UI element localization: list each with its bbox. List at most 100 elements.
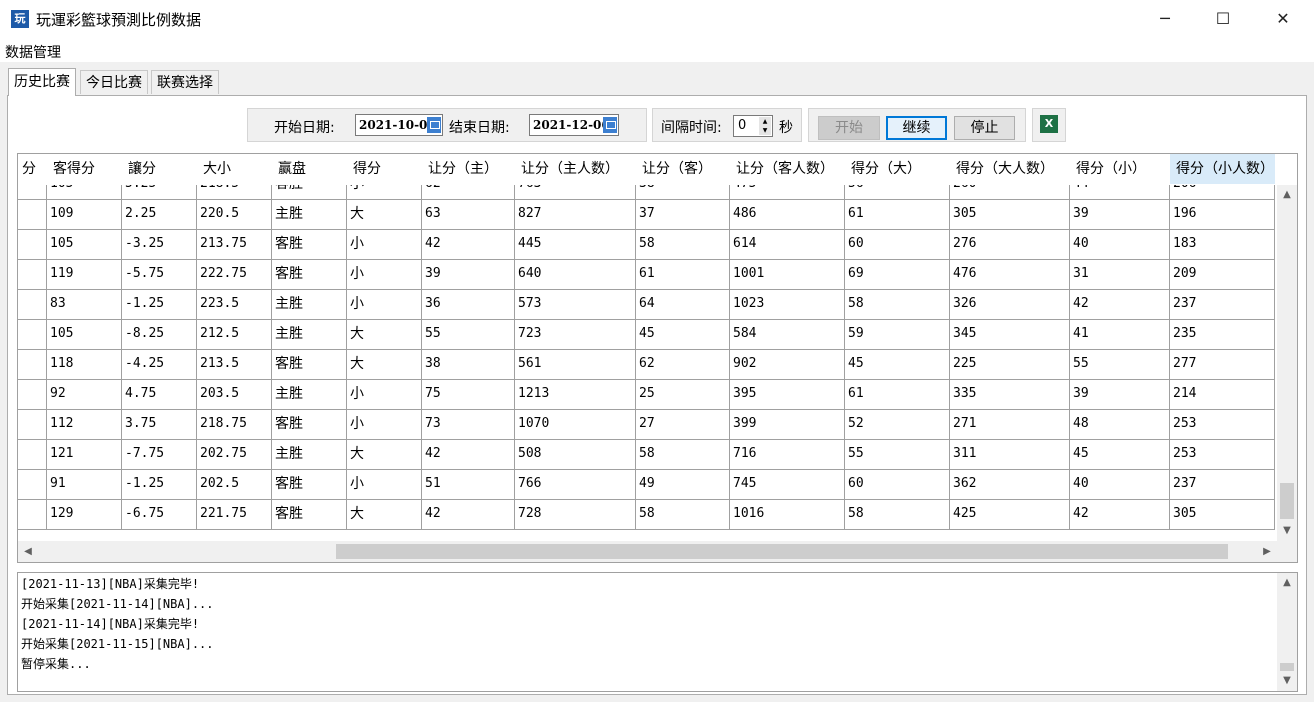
menu-bar: 数据管理 (0, 38, 1314, 62)
minimize-button[interactable]: ─ (1136, 0, 1194, 38)
table-cell: 75 (422, 380, 515, 410)
log-line: [2021-11-14][NBA]采集完毕! (21, 617, 200, 631)
table-cell: 55 (1070, 350, 1170, 380)
table-cell: 25 (636, 380, 730, 410)
interval-unit: 秒 (779, 120, 793, 136)
column-header[interactable]: 讓分 (122, 154, 197, 185)
calendar-icon[interactable] (603, 117, 617, 133)
table-cell: 1023 (730, 290, 845, 320)
table-cell: 42 (422, 230, 515, 260)
scroll-down-icon[interactable]: ▼ (1277, 521, 1297, 541)
close-button[interactable]: ✕ (1254, 0, 1312, 38)
column-header[interactable]: 让分（主人数） (515, 154, 636, 185)
table-cell: 客胜 (272, 410, 347, 440)
end-date-picker[interactable]: 2021-12-06 (529, 114, 619, 136)
table-cell: 42 (422, 440, 515, 470)
table-cell: -8.25 (122, 320, 197, 350)
column-header[interactable]: 得分（大） (845, 154, 950, 185)
table-cell: 37 (636, 200, 730, 230)
column-header[interactable]: 得分（大人数） (950, 154, 1070, 185)
scroll-down-icon[interactable]: ▼ (1277, 671, 1297, 691)
scroll-left-icon[interactable]: ◀ (18, 541, 38, 562)
column-header[interactable]: 得分（小） (1070, 154, 1170, 185)
table-cell: 小 (347, 230, 422, 260)
end-date-label: 结束日期: (449, 120, 510, 136)
calendar-icon[interactable] (427, 117, 441, 133)
column-header[interactable]: 让分（主） (422, 154, 515, 185)
table-cell: 60 (845, 470, 950, 500)
table-cell (18, 380, 47, 410)
column-header[interactable]: 客得分 (47, 154, 122, 185)
table-cell: 大 (347, 320, 422, 350)
scroll-thumb[interactable] (1280, 483, 1294, 519)
column-header[interactable]: 让分（客） (636, 154, 730, 185)
table-cell: 766 (515, 470, 636, 500)
log-lines: [2021-11-13][NBA]采集完毕! 开始采集[2021-11-14][N… (21, 574, 214, 674)
table-cell: 271 (950, 410, 1070, 440)
table-cell: 小 (347, 380, 422, 410)
column-header[interactable]: 分 (18, 154, 47, 185)
table-cell: 213.5 (197, 350, 272, 380)
column-header[interactable]: 大小 (197, 154, 272, 185)
log-vertical-scrollbar[interactable]: ▲ ▼ (1277, 573, 1297, 691)
table-cell: 222.75 (197, 260, 272, 290)
maximize-button[interactable]: ☐ (1194, 0, 1252, 38)
table-cell: 31 (1070, 260, 1170, 290)
table-cell: 59 (845, 320, 950, 350)
column-header[interactable]: 赢盘 (272, 154, 347, 185)
grid-horizontal-scrollbar[interactable]: ◀ ▶ (18, 541, 1277, 562)
data-grid[interactable]: 分客得分 讓分 大小 赢盘 得分 让分（主） 让分（主人数） 让分（客） 让分（客人数） 得分（大… (17, 153, 1298, 563)
table-cell: 118 (47, 350, 122, 380)
table-cell (18, 290, 47, 320)
log-line: 暂停采集... (21, 657, 91, 671)
table-cell: 62 (636, 350, 730, 380)
table-cell: 105 (47, 320, 122, 350)
excel-icon[interactable]: X (1040, 115, 1058, 133)
stop-button[interactable]: 停止 (954, 116, 1015, 140)
table-cell: 36 (422, 290, 515, 320)
tab-history[interactable]: 历史比赛 (8, 68, 76, 96)
log-line: [2021-11-13][NBA]采集完毕! (21, 577, 200, 591)
table-cell: 客胜 (272, 470, 347, 500)
start-date-picker[interactable]: 2021-10-01 (355, 114, 443, 136)
control-group: 开始 继续 停止 (808, 108, 1026, 142)
table-cell: 61 (636, 260, 730, 290)
table-cell: -1.25 (122, 290, 197, 320)
table-cell: 41 (1070, 320, 1170, 350)
tab-today[interactable]: 今日比赛 (80, 70, 148, 94)
scroll-up-icon[interactable]: ▲ (1277, 573, 1297, 593)
table-cell: 223.5 (197, 290, 272, 320)
table-cell: 大 (347, 200, 422, 230)
table-cell: 42 (422, 500, 515, 530)
table-cell: 主胜 (272, 440, 347, 470)
table-cell: 112 (47, 410, 122, 440)
table-cell: 38 (422, 350, 515, 380)
table-cell: 客胜 (272, 260, 347, 290)
scroll-up-icon[interactable]: ▲ (1277, 185, 1297, 205)
scroll-thumb[interactable] (336, 544, 1228, 559)
scroll-right-icon[interactable]: ▶ (1257, 541, 1277, 562)
scroll-thumb[interactable] (1280, 663, 1294, 671)
continue-button[interactable]: 继续 (886, 116, 947, 140)
table-cell: 55 (845, 440, 950, 470)
tab-league[interactable]: 联赛选择 (151, 70, 219, 94)
spin-down-icon[interactable]: ▼ (759, 126, 771, 135)
grid-vertical-scrollbar[interactable]: ▲ ▼ (1277, 185, 1297, 541)
log-textbox[interactable]: [2021-11-13][NBA]采集完毕! 开始采集[2021-11-14][N… (17, 572, 1298, 692)
column-header[interactable]: 得分（小人数） (1170, 154, 1275, 185)
table-cell: 49 (636, 470, 730, 500)
interval-stepper[interactable]: 0 ▲ ▼ (733, 115, 773, 137)
start-button[interactable]: 开始 (818, 116, 880, 140)
menu-data-management[interactable]: 数据管理 (5, 42, 61, 62)
spin-up-icon[interactable]: ▲ (759, 117, 771, 126)
start-date-label: 开始日期: (274, 120, 335, 136)
table-cell: 220.5 (197, 200, 272, 230)
table-cell: 小 (347, 260, 422, 290)
table-cell: 584 (730, 320, 845, 350)
table-cell: 51 (422, 470, 515, 500)
table-cell: 2.25 (122, 200, 197, 230)
table-cell: 45 (845, 350, 950, 380)
table-cell: 476 (950, 260, 1070, 290)
column-header[interactable]: 让分（客人数） (730, 154, 845, 185)
column-header[interactable]: 得分 (347, 154, 422, 185)
